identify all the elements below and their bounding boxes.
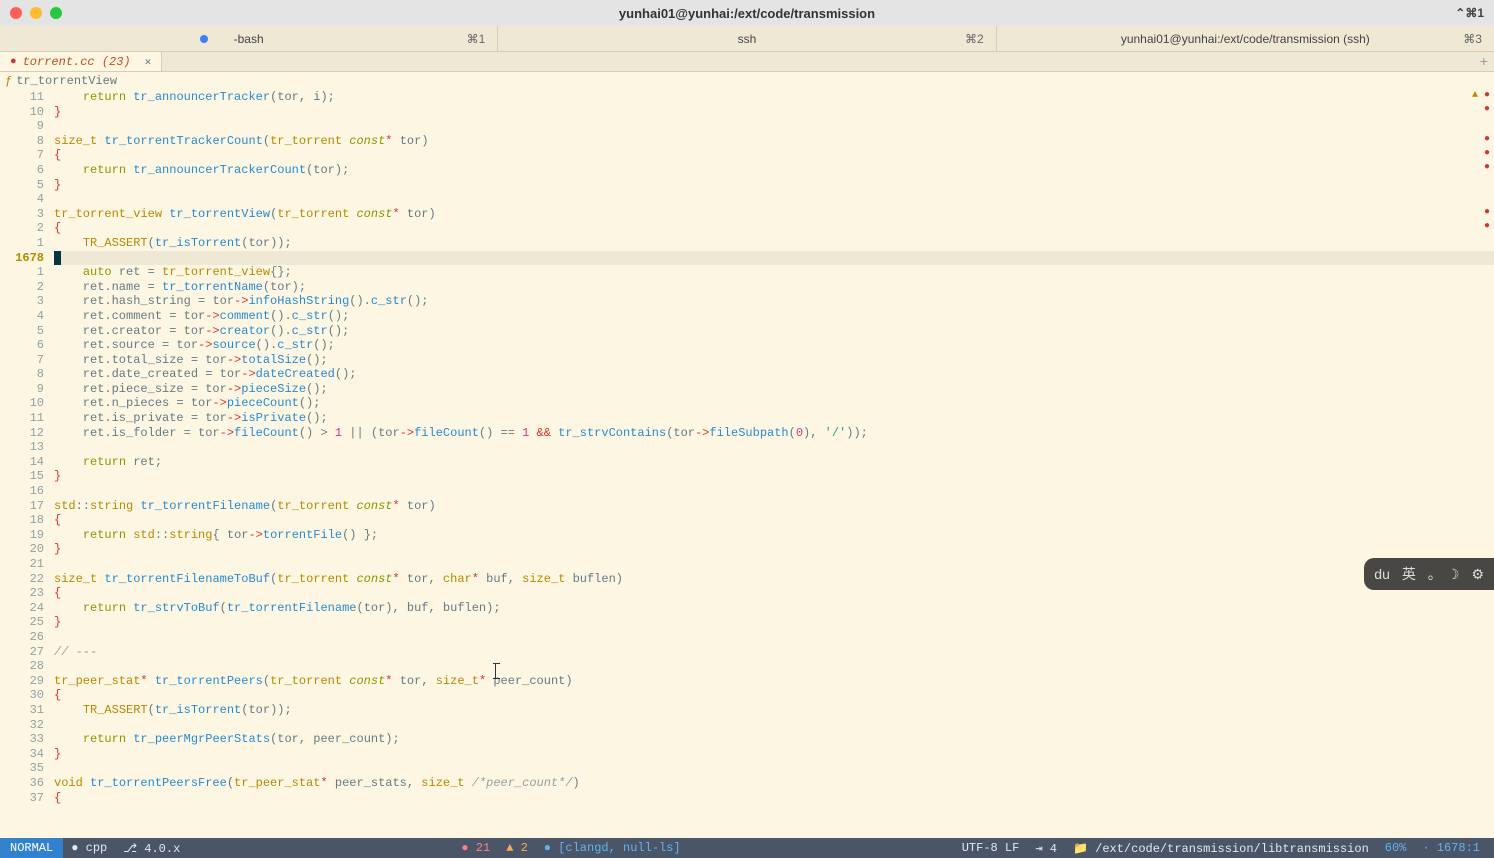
terminal-tab-label: -bash <box>234 32 264 46</box>
terminal-tab-hotkey: ⌘2 <box>965 32 984 46</box>
window-title-bar: yunhai01@yunhai:/ext/code/transmission ⌃… <box>0 0 1494 26</box>
error-marker-icon: ● <box>1484 90 1490 101</box>
error-marker-icon: ● <box>1484 148 1490 159</box>
vim-mode: NORMAL <box>0 838 63 858</box>
warning-count: ▲ 2 <box>498 841 536 855</box>
filetype-indicator: ● cpp <box>63 841 115 855</box>
code-editor[interactable]: 1110987654321167812345678910111213141516… <box>0 90 1494 838</box>
lsp-status: ● [clangd, null-ls] <box>536 841 689 855</box>
error-count: ● 21 <box>453 841 498 855</box>
moon-icon[interactable]: ☽ <box>1447 566 1460 583</box>
warning-marker-icon: ▲ <box>1472 90 1478 101</box>
close-icon[interactable]: ✕ <box>145 55 152 69</box>
terminal-tab-hotkey: ⌘3 <box>1463 32 1482 46</box>
close-window-button[interactable] <box>10 7 22 19</box>
ime-item[interactable]: 英 <box>1402 564 1416 584</box>
breadcrumb-name: tr_torrentView <box>16 74 117 88</box>
encoding-indicator: UTF-8 LF <box>954 841 1028 855</box>
indent-indicator: ⇥ 4 <box>1027 841 1065 856</box>
git-branch: ⎇ 4.0.x <box>115 841 188 856</box>
terminal-tab-2[interactable]: ssh ⌘2 <box>498 26 996 51</box>
status-bar: NORMAL ● cpp ⎇ 4.0.x ● 21 ▲ 2 ● [clangd,… <box>0 838 1494 858</box>
gear-icon[interactable]: ⚙ <box>1471 566 1484 583</box>
error-icon: ● <box>10 56 17 68</box>
terminal-tab-label: yunhai01@yunhai:/ext/code/transmission (… <box>1121 32 1370 46</box>
editor-tabs: ● torrent.cc (23) ✕ <box>0 52 1494 72</box>
ime-item[interactable]: du <box>1374 566 1390 582</box>
error-marker-icon: ● <box>1484 221 1490 232</box>
unsaved-dot-icon <box>200 35 208 43</box>
window-title: yunhai01@yunhai:/ext/code/transmission <box>619 6 875 21</box>
error-marker-icon: ● <box>1484 134 1490 145</box>
file-tab-name: torrent.cc (23) <box>23 55 131 69</box>
code-content[interactable]: return tr_announcerTracker(tor, i);}size… <box>50 90 1494 838</box>
minimize-window-button[interactable] <box>30 7 42 19</box>
function-icon: ƒ <box>5 74 12 88</box>
traffic-lights <box>10 7 62 19</box>
terminal-tab-label: ssh <box>738 32 757 46</box>
terminal-tab-3[interactable]: yunhai01@yunhai:/ext/code/transmission (… <box>997 26 1494 51</box>
error-marker-icon: ● <box>1484 207 1490 218</box>
error-marker-icon: ● <box>1484 162 1490 173</box>
maximize-window-button[interactable] <box>50 7 62 19</box>
file-tab-active[interactable]: ● torrent.cc (23) ✕ <box>0 52 162 71</box>
ime-panel[interactable]: du 英 ｡ ☽ ⚙ <box>1364 558 1494 590</box>
window-shortcut: ⌃⌘1 <box>1455 6 1484 20</box>
cursor-position: · 1678:1 <box>1414 841 1488 855</box>
scroll-percent: 60% <box>1377 841 1415 855</box>
text-cursor-icon <box>495 663 496 679</box>
terminal-tab-hotkey: ⌘1 <box>467 32 486 46</box>
ime-item[interactable]: ｡ <box>1428 564 1435 584</box>
add-tab-icon[interactable]: + <box>1480 55 1488 71</box>
terminal-tabs: -bash ⌘1 ssh ⌘2 yunhai01@yunhai:/ext/cod… <box>0 26 1494 52</box>
error-marker-icon: ● <box>1484 104 1490 115</box>
line-number-gutter: 1110987654321167812345678910111213141516… <box>0 90 50 838</box>
breadcrumb[interactable]: ƒ tr_torrentView <box>0 72 1494 90</box>
terminal-tab-1[interactable]: -bash ⌘1 <box>0 26 498 51</box>
file-path: 📁 /ext/code/transmission/libtransmission <box>1065 841 1377 856</box>
